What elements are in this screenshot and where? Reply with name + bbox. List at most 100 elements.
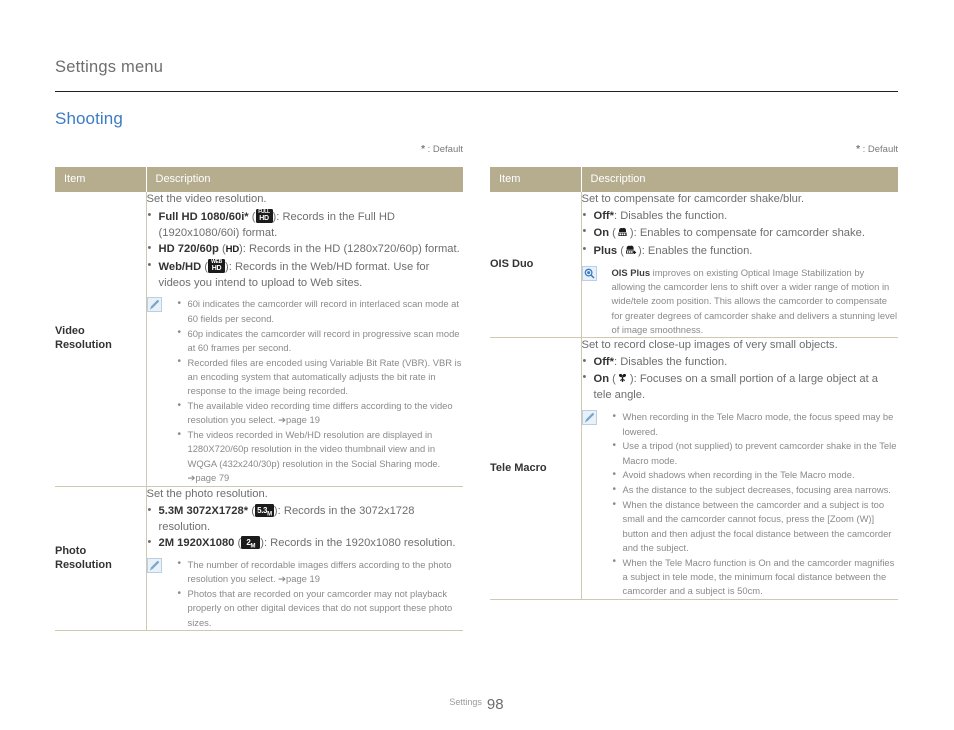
option-label: 5.3M 3072X1728* (158, 504, 249, 517)
item-ois-duo: OIS Duo (490, 192, 581, 339)
note-pencil-icon (581, 410, 597, 426)
page-footer: Settings 98 (55, 696, 898, 714)
web-hd-icon: WEB HD (208, 258, 226, 273)
res-53m-icon: 5.3M (254, 503, 274, 517)
shooting-table-left: Item Description Video Resolution Set th… (55, 167, 464, 632)
option-list: 5.3M 3072X1728* (5.3M): Records in the 3… (147, 503, 464, 552)
column-header-description: Description (580, 167, 898, 192)
option-rest: : Disables the function. (614, 356, 728, 369)
item-label-line1: Photo (55, 544, 87, 557)
option-off: Off*: Disables the function. (582, 208, 899, 225)
page-header: Settings menu (55, 58, 898, 77)
note-item: When the distance between the camcorder … (612, 497, 899, 555)
option-label: Plus (593, 244, 618, 257)
section-title: Shooting (55, 109, 123, 128)
column-header-item: Item (55, 167, 146, 192)
default-legend-left: * : Default (55, 144, 463, 155)
note-list: 60i indicates the camcorder will record … (177, 296, 464, 485)
default-legend-right: * : Default (490, 144, 898, 155)
option-label: Full HD 1080/60i* (158, 210, 249, 223)
option-plus: Plus ( ): Enables the function. (582, 242, 899, 260)
note-item: The number of recordable images differs … (177, 556, 464, 587)
note-block-ois: OIS Plus improves on existing Optical Im… (581, 265, 899, 337)
note-item: Photos that are recorded on your camcord… (177, 586, 464, 630)
item-label-line2: Resolution (55, 558, 112, 571)
option-full-hd: Full HD 1080/60i* (FULLHD): Records in t… (147, 208, 464, 242)
note-pencil-icon (146, 557, 162, 573)
item-tele-macro: Tele Macro (490, 337, 581, 601)
option-label: HD 720/60p (158, 243, 219, 256)
option-rest: ): Enables the function. (637, 244, 753, 257)
item-video-resolution: Video Resolution (55, 192, 146, 487)
note-item: 60p indicates the camcorder will record … (177, 325, 464, 356)
table-head-left: Item Description (55, 167, 463, 192)
note-item: When recording in the Tele Macro mode, t… (612, 409, 899, 439)
default-text-left: : Default (424, 144, 463, 155)
item-label-line1: Tele Macro (490, 461, 547, 474)
note-info-icon (581, 265, 597, 281)
desc-lead: Set to compensate for camcorder shake/bl… (581, 193, 805, 205)
table-row: Tele Macro Set to record close-up images… (490, 337, 899, 601)
column-header-item: Item (490, 167, 581, 192)
desc-lead: Set to record close-up images of very sm… (581, 339, 838, 352)
table-header-row: Item Description (55, 167, 463, 192)
note-item: Use a tripod (not supplied) to prevent c… (612, 438, 899, 468)
option-label: Off* (593, 209, 615, 222)
description-photo-resolution: Set the photo resolution. 5.3M 3072X1728… (145, 486, 464, 632)
page-content: Settings menu Shooting * : Default * : D… (55, 0, 898, 730)
option-list: Off*: Disables the function. On ( ): Foc… (582, 354, 899, 404)
table-row: OIS Duo Set to compensate for camcorder … (490, 192, 899, 339)
note-paragraph: OIS Plus improves on existing Optical Im… (612, 266, 899, 337)
option-rest: ): Enables to compensate for camcorder s… (629, 227, 865, 240)
note-item: As the distance to the subject decreases… (612, 482, 899, 498)
ois-plus-icon (624, 243, 638, 257)
footer-page-number: 98 (486, 696, 504, 713)
note-list: The number of recordable images differs … (177, 556, 464, 630)
desc-lead: Set the photo resolution. (146, 487, 268, 500)
shooting-table-right: Item Description OIS Duo Set to compensa… (490, 167, 899, 601)
option-list: Off*: Disables the function. On ( ): Ena… (582, 208, 899, 260)
table-body-left: Video Resolution Set the video resolutio… (55, 192, 464, 632)
option-53m: 5.3M 3072X1728* (5.3M): Records in the 3… (147, 503, 464, 536)
table-body-right: OIS Duo Set to compensate for camcorder … (490, 192, 899, 601)
option-rest: ): Records in the 1920x1080 resolution. (260, 537, 456, 550)
note-item: 60i indicates the camcorder will record … (177, 296, 464, 326)
note-item: When the Tele Macro function is On and t… (612, 554, 899, 599)
full-hd-icon: FULL HD (255, 208, 273, 223)
option-on: On ( ): Enables to compensate for camcor… (582, 224, 899, 242)
footer-section-label: Settings (449, 697, 482, 707)
table-header-row: Item Description (490, 167, 898, 192)
note-block-photo: The number of recordable images differs … (146, 556, 464, 630)
item-label-line1: Video (55, 325, 85, 338)
note-item: The videos recorded in Web/HD resolution… (177, 427, 464, 485)
paren-open: ( (251, 210, 256, 223)
table-head-right: Item Description (490, 167, 898, 192)
hd-icon: HD (225, 244, 240, 256)
option-rest: ): Records in the HD (1280x720/60p) form… (239, 243, 460, 256)
note-paragraph-text: improves on existing Optical Image Stabi… (611, 266, 898, 335)
description-tele-macro: Set to record close-up images of very sm… (580, 337, 899, 601)
note-block-video: 60i indicates the camcorder will record … (146, 296, 464, 485)
option-off: Off*: Disables the function. (582, 354, 899, 371)
page-title: Settings menu (55, 58, 164, 76)
option-list: Full HD 1080/60i* (FULLHD ): Records in t… (147, 208, 464, 292)
tele-macro-icon (616, 371, 630, 385)
option-rest: : Disables the function. (614, 209, 728, 222)
option-hd-720: HD 720/60p (HD): Records in the HD (1280… (147, 241, 464, 258)
table-row: Video Resolution Set the video resolutio… (55, 192, 464, 487)
default-text-right: : Default (859, 144, 898, 155)
note-item: The available video recording time diffe… (177, 398, 464, 428)
option-label: On (593, 373, 610, 386)
item-photo-resolution: Photo Resolution (55, 486, 146, 632)
option-rest: ): Focuses on a small portion of a large… (593, 373, 879, 402)
option-web-hd: Web/HD (WEBHD): Records in the Web/HD fo… (147, 258, 464, 292)
document-page: Settings menu Shooting * : Default * : D… (0, 0, 954, 730)
option-2m: 2M 1920X1080 (2M): Records in the 1920x1… (147, 535, 464, 552)
note-block-tele-macro: When recording in the Tele Macro mode, t… (581, 409, 899, 599)
item-label-line1: OIS Duo (490, 257, 534, 270)
column-header-description: Description (145, 167, 463, 192)
option-on: On ( ): Focuses on a small portion of a … (582, 370, 899, 404)
description-video-resolution: Set the video resolution. Full HD 1080/6… (145, 192, 464, 487)
note-item: Recorded files are encoded using Variabl… (177, 354, 464, 399)
note-pencil-icon (146, 297, 162, 313)
